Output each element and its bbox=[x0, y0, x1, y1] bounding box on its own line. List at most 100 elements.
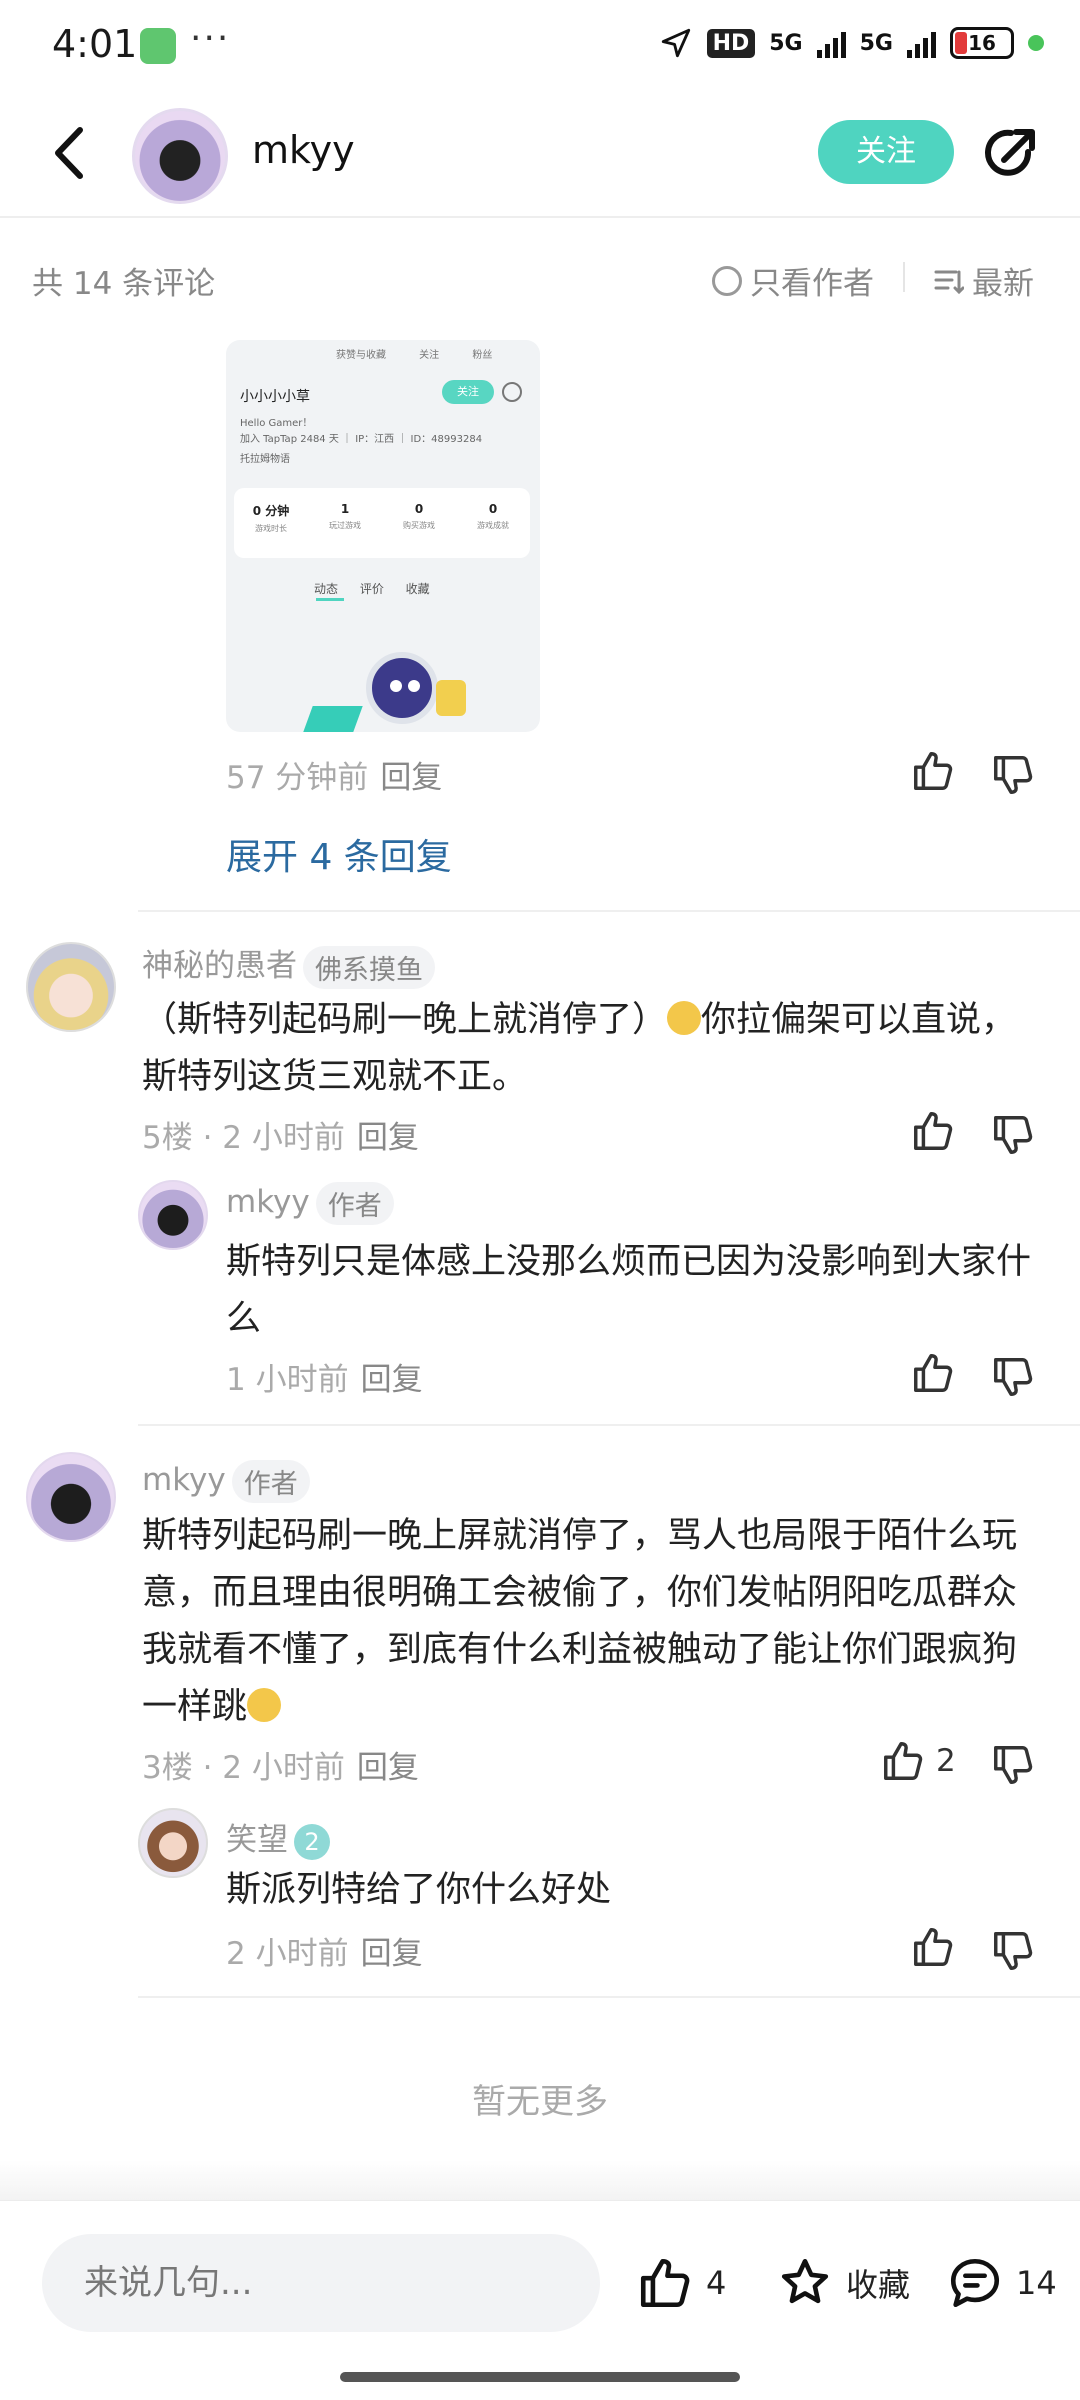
comment-count-bottom: 14 bbox=[1016, 2264, 1057, 2302]
follow-button[interactable]: 关注 bbox=[818, 120, 954, 184]
thumbs-up-icon bbox=[914, 1112, 953, 1150]
comment-time: 57 分钟前 bbox=[226, 760, 369, 796]
dislike-button[interactable] bbox=[990, 752, 1036, 802]
divider bbox=[138, 1424, 1080, 1426]
comment-meta: 2 小时前 回复 bbox=[226, 1928, 423, 1973]
comment-text: 斯特列起码刷一晚上屏就消停了，骂人也局限于陌什么玩意，而且理由很明确工会被偷了，… bbox=[142, 1508, 1032, 1736]
share-button[interactable] bbox=[980, 122, 1042, 184]
status-time: 4:01 bbox=[52, 22, 138, 66]
comment-meta: 3楼 · 2 小时前 回复 bbox=[142, 1742, 419, 1787]
embed-bio: Hello Gamer！ bbox=[240, 418, 313, 429]
embed-stat: 0 游戏成就 bbox=[477, 502, 509, 530]
level-badge: 2 bbox=[294, 1823, 330, 1860]
post-like-count: 4 bbox=[706, 2264, 727, 2302]
like-button[interactable] bbox=[910, 1350, 956, 1400]
radio-circle-icon bbox=[712, 265, 742, 296]
comment-text: 斯特列只是体感上没那么烦而已因为没影响到大家什么 bbox=[226, 1242, 1032, 1339]
thumbs-down-icon bbox=[994, 1358, 1033, 1396]
user-avatar[interactable] bbox=[26, 1452, 116, 1542]
embed-stats: 0 分钟 游戏时长 1 玩过游戏 0 购买游戏 0 游戏成就 bbox=[234, 488, 530, 558]
hd-badge: HD bbox=[706, 28, 756, 58]
no-more-text: 暂无更多 bbox=[472, 2082, 608, 2122]
comment-user: 笑望 2 bbox=[226, 1814, 330, 1860]
reply-button[interactable]: 回复 bbox=[357, 1750, 419, 1786]
network-5g-1: 5G bbox=[769, 30, 803, 56]
comment-count: 共 14 条评论 bbox=[32, 266, 216, 302]
like-count: 2 bbox=[936, 1743, 956, 1779]
signal-icon bbox=[816, 28, 846, 58]
thumbs-up-icon bbox=[914, 1928, 953, 1966]
reply-button[interactable]: 回复 bbox=[380, 760, 442, 796]
thumbs-up-icon bbox=[914, 752, 953, 790]
username[interactable]: 笑望 bbox=[226, 1822, 288, 1858]
embed-top-tabs: 获赞与收藏 关注 粉丝 bbox=[336, 350, 493, 361]
comment-user: 神秘的愚者 佛系摸鱼 bbox=[142, 940, 435, 989]
user-avatar[interactable] bbox=[26, 942, 116, 1032]
thumbs-up-icon bbox=[640, 2258, 690, 2308]
dislike-button[interactable] bbox=[990, 1742, 1036, 1792]
divider bbox=[138, 1996, 1080, 1998]
comment-floor-time: 5楼 · 2 小时前 bbox=[142, 1120, 345, 1156]
embed-stat: 0 分钟 游戏时长 bbox=[252, 504, 290, 533]
comment-text: （斯特列起码刷一晚上就消停了） 你拉偏架可以直说，斯特列这货三观就不正。 bbox=[142, 992, 1022, 1106]
reply-button[interactable]: 回复 bbox=[361, 1362, 423, 1398]
embed-game-tag: 托拉姆物语 bbox=[240, 454, 290, 465]
user-avatar[interactable] bbox=[138, 1808, 208, 1878]
more-notifications-icon: ··· bbox=[190, 18, 231, 59]
network-5g-2: 5G bbox=[859, 30, 893, 56]
like-button[interactable] bbox=[910, 748, 956, 798]
embed-stat: 1 玩过游戏 bbox=[329, 502, 361, 530]
back-button[interactable] bbox=[44, 120, 100, 186]
comment-user: mkyy 作者 bbox=[226, 1182, 394, 1225]
comment-meta: 57 分钟前 回复 bbox=[226, 752, 442, 797]
location-icon bbox=[661, 28, 690, 58]
embed-follow: 关注 bbox=[442, 380, 494, 404]
dislike-button[interactable] bbox=[990, 1928, 1036, 1978]
author-badge: 作者 bbox=[315, 1182, 394, 1225]
comment-time: 1 小时前 bbox=[226, 1362, 349, 1398]
reply-button[interactable]: 回复 bbox=[361, 1936, 423, 1972]
emoji-icon bbox=[667, 1001, 702, 1035]
embed-decoration bbox=[436, 680, 466, 716]
favorite-button[interactable]: 收藏 bbox=[776, 2254, 910, 2312]
battery-level: 16 bbox=[968, 31, 996, 55]
comment-text: 斯派列特给了你什么好处 bbox=[226, 1870, 612, 1910]
author-name[interactable]: mkyy bbox=[252, 128, 355, 172]
username[interactable]: mkyy bbox=[226, 1184, 310, 1220]
comment-text-part: （斯特列起码刷一晚上就消停了） bbox=[142, 1000, 668, 1040]
privacy-dot-icon bbox=[1028, 35, 1044, 51]
comment-meta: 1 小时前 回复 bbox=[226, 1354, 423, 1399]
dislike-button[interactable] bbox=[990, 1112, 1036, 1162]
embed-tabs: 动态 评价 收藏 bbox=[314, 582, 430, 596]
like-button[interactable] bbox=[910, 1108, 956, 1158]
author-avatar[interactable] bbox=[132, 108, 228, 204]
like-button[interactable] bbox=[910, 1924, 956, 1974]
user-avatar[interactable] bbox=[138, 1180, 208, 1250]
battery-icon: 16 bbox=[950, 27, 1014, 59]
embed-mascot bbox=[366, 652, 438, 724]
emoji-icon bbox=[247, 1688, 282, 1722]
separator bbox=[903, 262, 905, 292]
wrench-app-icon bbox=[140, 28, 176, 64]
home-indicator[interactable] bbox=[340, 2372, 740, 2382]
reply-button[interactable]: 回复 bbox=[357, 1120, 419, 1156]
comment-input[interactable]: 来说几句... bbox=[42, 2234, 600, 2332]
thumbs-down-icon bbox=[994, 756, 1033, 794]
comment-meta: 5楼 · 2 小时前 回复 bbox=[142, 1112, 419, 1157]
expand-replies-link[interactable]: 展开 4 条回复 bbox=[226, 828, 452, 880]
favorite-label: 收藏 bbox=[846, 2266, 911, 2304]
like-button[interactable]: 2 bbox=[880, 1738, 956, 1784]
dislike-button[interactable] bbox=[990, 1354, 1036, 1404]
share-icon bbox=[985, 129, 1035, 176]
user-badge: 佛系摸鱼 bbox=[303, 946, 435, 989]
username[interactable]: mkyy bbox=[142, 1462, 226, 1498]
username[interactable]: 神秘的愚者 bbox=[142, 948, 297, 984]
post-like-button[interactable]: 4 bbox=[636, 2254, 726, 2312]
comment-image[interactable]: 获赞与收藏 关注 粉丝 小小小小草 关注 Hello Gamer！ 加入 Tap… bbox=[226, 340, 540, 732]
sort-button[interactable]: 最新 bbox=[934, 258, 1034, 303]
sort-label: 最新 bbox=[972, 266, 1034, 302]
comment-bubble-icon bbox=[950, 2258, 1000, 2308]
only-author-toggle[interactable]: 只看作者 bbox=[712, 258, 874, 303]
comments-button[interactable]: 14 bbox=[946, 2254, 1057, 2312]
embed-tab-underline bbox=[316, 598, 344, 601]
